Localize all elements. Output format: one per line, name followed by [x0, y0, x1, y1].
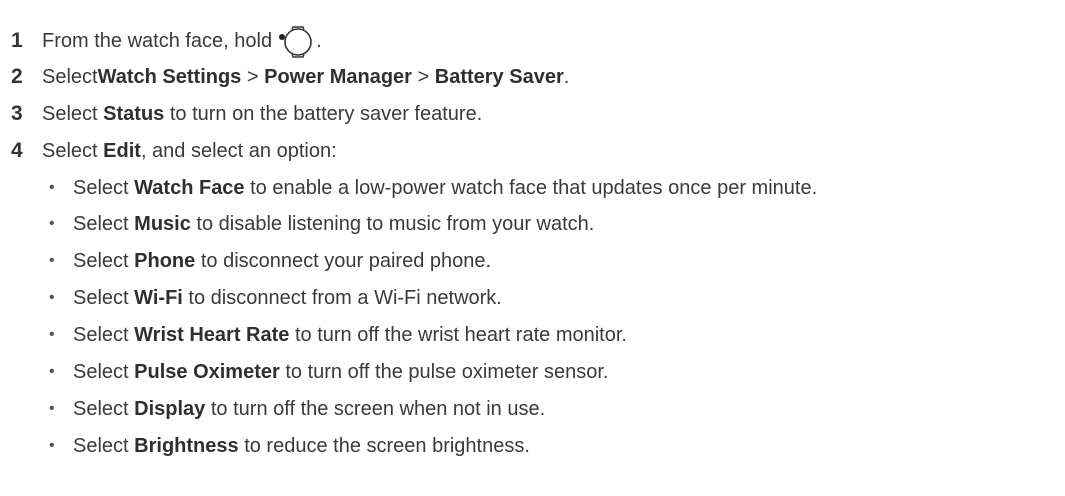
step-text: Select Status to turn on the battery sav… — [42, 102, 483, 125]
step-2: 2 Select ​Watch Settings > Power Manager… — [0, 62, 569, 92]
bullet-icon: • — [49, 252, 55, 269]
option-name: Display — [134, 397, 206, 420]
bullet-icon: • — [49, 437, 55, 454]
menu-item-edit: Edit — [103, 139, 141, 162]
bullet-icon: • — [49, 179, 55, 196]
step-number: 2 — [11, 65, 23, 88]
option-list-item: • Select Music to disable listening to m… — [49, 212, 595, 235]
option-name: Pulse Oximeter — [134, 360, 280, 383]
bullet-icon: • — [49, 363, 55, 380]
menu-item-watch-settings: Watch Settings — [97, 65, 242, 88]
step-text: From the watch face, hold . — [42, 24, 322, 58]
option-list-item: • Select Phone to disconnect your paired… — [49, 249, 492, 272]
option-name: Music — [134, 212, 191, 235]
option-name: Watch Face — [134, 176, 245, 199]
step-number: 1 — [11, 29, 23, 52]
menu-item-power-manager: Power Manager — [264, 65, 412, 88]
option-name: Wrist Heart Rate — [134, 323, 290, 346]
option-name: Phone — [134, 249, 196, 272]
option-name: Wi-Fi — [134, 286, 183, 309]
bullet-icon: • — [49, 215, 55, 232]
bullet-icon: • — [49, 289, 55, 306]
option-list-item: • Select Display to turn off the screen … — [49, 397, 546, 420]
step-1: 1 From the watch face, hold . — [0, 24, 322, 58]
step-3: 3 Select Status to turn on the battery s… — [0, 99, 482, 129]
step-text: Select ​Watch Settings > Power Manager >… — [42, 65, 570, 88]
step-number: 4 — [11, 139, 23, 162]
step-4: 4 Select Edit, and select an option: — [0, 136, 337, 166]
option-list-item: • Select Pulse Oximeter to turn off the … — [49, 360, 609, 383]
bullet-icon: • — [49, 400, 55, 417]
option-name: Brightness — [134, 434, 239, 457]
option-list-item: • Select Brightness to reduce the screen… — [49, 434, 530, 457]
step-number: 3 — [11, 102, 23, 125]
cropped-text-line — [0, 0, 1065, 6]
step-text: Select Edit, and select an option: — [42, 139, 337, 162]
menu-item-status: Status — [103, 102, 165, 125]
option-list-item: • Select Wrist Heart Rate to turn off th… — [49, 323, 627, 346]
bullet-icon: • — [49, 326, 55, 343]
watch-button-icon — [279, 26, 312, 58]
menu-item-battery-saver: Battery Saver — [434, 65, 564, 88]
option-list-item: • Select Watch Face to enable a low-powe… — [49, 176, 818, 199]
option-list-item: • Select Wi-Fi to disconnect from a Wi-F… — [49, 286, 502, 309]
